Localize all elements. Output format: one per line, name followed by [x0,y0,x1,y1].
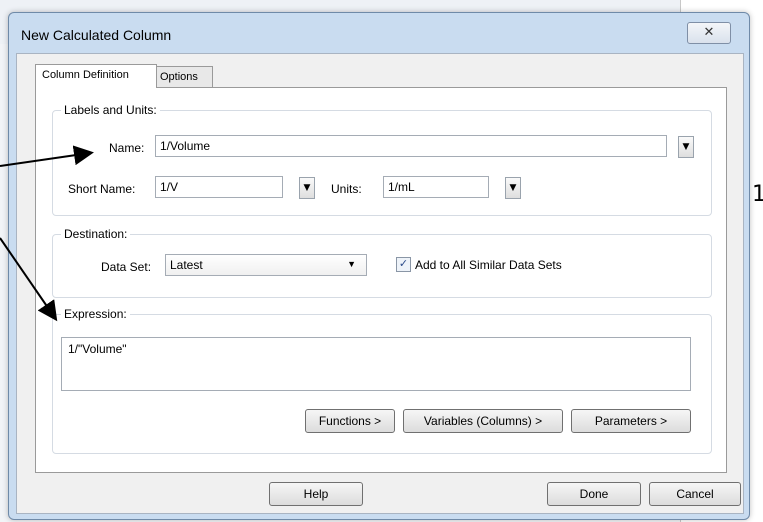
cancel-button[interactable]: Cancel [649,482,741,506]
chevron-down-icon: ▼ [509,183,517,193]
add-all-similar-checkbox[interactable]: ✓ [396,257,411,272]
destination-group: Destination: Data Set: Latest ▼ ✓ Add to… [52,227,712,298]
expression-group-label: Expression: [61,307,130,321]
short-name-field[interactable]: 1/V [155,176,283,198]
expression-input[interactable]: 1/"Volume" [61,337,691,391]
dialog-titlebar[interactable]: New Calculated Column ✕ [9,13,749,51]
close-button[interactable]: ✕ [687,22,731,44]
chevron-down-icon: ▼ [347,259,356,269]
labels-units-group: Labels and Units: Name: 1/Volume ▼ Short… [52,103,712,216]
tab-options[interactable]: Options [153,66,213,87]
help-button[interactable]: Help [269,482,363,506]
name-label: Name: [109,141,145,155]
dialog-title: New Calculated Column [21,27,172,43]
name-dropdown-button[interactable]: ▼ [678,136,694,158]
chevron-down-icon: ▼ [303,183,311,193]
dialog-client-area: Column Definition Options Labels and Uni… [16,53,744,514]
parameters-button[interactable]: Parameters > [571,409,691,433]
name-field[interactable]: 1/Volume [155,135,667,157]
short-name-label: Short Name: [68,182,136,196]
background-text: 1 [752,182,763,207]
units-label: Units: [331,182,362,196]
data-set-label: Data Set: [101,260,152,274]
add-all-similar-label: Add to All Similar Data Sets [415,258,562,272]
destination-group-label: Destination: [61,227,131,241]
data-set-value: Latest [170,258,203,272]
short-name-dropdown-button[interactable]: ▼ [299,177,315,199]
close-icon: ✕ [703,25,715,40]
labels-units-group-label: Labels and Units: [61,103,160,117]
tab-column-definition[interactable]: Column Definition [35,64,157,88]
new-calculated-column-dialog: New Calculated Column ✕ Column Definitio… [8,12,750,520]
expression-group: Expression: 1/"Volume" Functions > Varia… [52,307,712,454]
checkmark-icon: ✓ [398,257,409,270]
done-button[interactable]: Done [547,482,641,506]
data-set-select[interactable]: Latest ▼ [165,254,367,276]
chevron-down-icon: ▼ [682,142,690,152]
functions-button[interactable]: Functions > [305,409,395,433]
units-field[interactable]: 1/mL [383,176,489,198]
units-dropdown-button[interactable]: ▼ [505,177,521,199]
column-definition-panel: Labels and Units: Name: 1/Volume ▼ Short… [35,87,727,473]
variables-button[interactable]: Variables (Columns) > [403,409,563,433]
